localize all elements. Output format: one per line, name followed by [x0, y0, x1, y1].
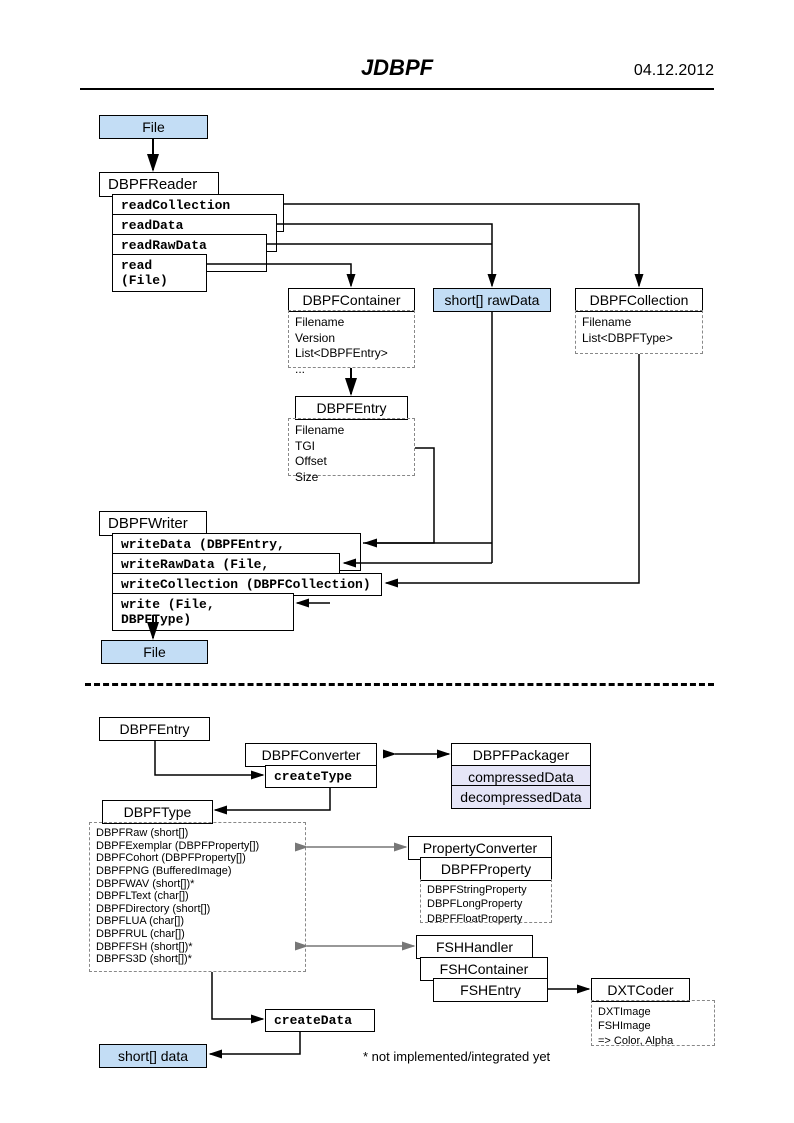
dbpfpackager-box: DBPFPackager: [451, 743, 591, 767]
dbpfconverter-box: DBPFConverter: [245, 743, 377, 767]
dbpf-entry-fields: Filename TGI Offset Size: [288, 418, 415, 476]
fshentry-box: FSHEntry: [433, 978, 548, 1002]
d1: DXTImage: [598, 1005, 708, 1019]
container-f1: Filename: [295, 315, 408, 331]
converter-m1: createType: [265, 765, 377, 788]
dbpfcollection-box: DBPFCollection: [575, 288, 703, 312]
p1: DBPFStringProperty: [427, 883, 545, 897]
t9: DBPFRUL (char[]): [96, 928, 299, 941]
p3: DBPFFloatProperty: [427, 912, 545, 926]
dbpfcontainer-box: DBPFContainer: [288, 288, 415, 312]
container-f2: Version: [295, 331, 408, 347]
t6: DBPFLText (char[]): [96, 890, 299, 903]
file-sink-box: File: [101, 640, 208, 664]
dbpf-entry2-box: DBPFEntry: [99, 717, 210, 741]
p2: DBPFLongProperty: [427, 897, 545, 911]
t10: DBPFFSH (short[])*: [96, 941, 299, 954]
rawdata-box: short[] rawData: [433, 288, 551, 312]
t7: DBPFDirectory (short[]): [96, 903, 299, 916]
container-f3: List<DBPFEntry>: [295, 346, 408, 362]
t1: DBPFRaw (short[]): [96, 827, 299, 840]
dbpfcollection-fields: Filename List<DBPFType>: [575, 310, 703, 354]
entry-f1: Filename: [295, 423, 408, 439]
dxtcoder-box: DXTCoder: [591, 978, 690, 1002]
packager-m2: decompressedData: [451, 785, 591, 809]
writer-m4: write (File, DBPFType): [112, 593, 294, 631]
fshhandler-box: FSHHandler: [416, 935, 533, 959]
dbpfproperty-list: DBPFStringProperty DBPFLongProperty DBPF…: [420, 879, 552, 923]
entry-f4: Size: [295, 470, 408, 486]
collection-f1: Filename: [582, 315, 696, 331]
file-source-box: File: [99, 115, 208, 139]
entry-f2: TGI: [295, 439, 408, 455]
dbpf-entry-box: DBPFEntry: [295, 396, 408, 420]
collection-f2: List<DBPFType>: [582, 331, 696, 347]
header-rule: [80, 88, 714, 90]
dbpfcontainer-fields: Filename Version List<DBPFEntry> ...: [288, 310, 415, 368]
t2: DBPFExemplar (DBPFProperty[]): [96, 840, 299, 853]
createdata-box: createData: [265, 1009, 375, 1032]
shortdata-box: short[] data: [99, 1044, 207, 1068]
t5: DBPFWAV (short[])*: [96, 878, 299, 891]
dbpftype-box: DBPFType: [102, 800, 213, 824]
entry-f3: Offset: [295, 454, 408, 470]
dbpfproperty-box: DBPFProperty: [420, 857, 552, 881]
d3: => Color, Alpha: [598, 1034, 708, 1048]
d2: FSHImage: [598, 1019, 708, 1033]
page-date: 04.12.2012: [634, 62, 714, 80]
t11: DBPFS3D (short[])*: [96, 953, 299, 966]
t4: DBPFPNG (BufferedImage): [96, 865, 299, 878]
t3: DBPFCohort (DBPFProperty[]): [96, 852, 299, 865]
section-separator: [85, 683, 714, 686]
dxtcoder-list: DXTImage FSHImage => Color, Alpha: [591, 1000, 715, 1046]
footnote: * not implemented/integrated yet: [363, 1049, 550, 1064]
t8: DBPFLUA (char[]): [96, 915, 299, 928]
reader-m4: read (File): [112, 254, 207, 292]
dbpftype-types: DBPFRaw (short[]) DBPFExemplar (DBPFProp…: [89, 822, 306, 972]
container-f4: ...: [295, 362, 408, 378]
